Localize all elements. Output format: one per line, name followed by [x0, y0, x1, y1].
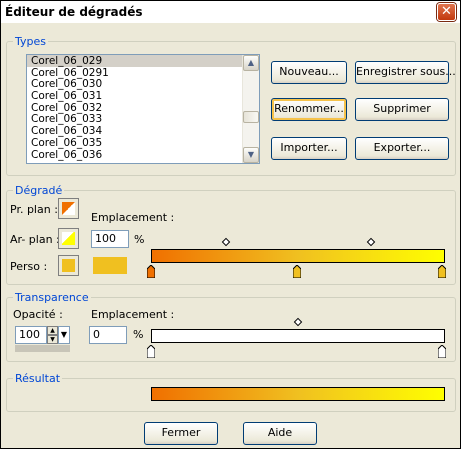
transparency-stop-start[interactable]	[147, 345, 155, 358]
opacity-spinner[interactable]: ▲ ▼	[47, 326, 58, 344]
transparency-location-label: Emplacement :	[91, 308, 175, 321]
gradient-location-input[interactable]: 100	[91, 230, 129, 248]
color-stop-middle[interactable]	[293, 265, 301, 278]
transparency-group: Transparence	[6, 291, 456, 362]
background-color-button[interactable]	[58, 228, 79, 249]
gradient-location-label: Emplacement :	[91, 211, 175, 224]
save-as-button[interactable]: Enregistrer sous...	[355, 61, 456, 84]
opacity-slider-track[interactable]	[15, 345, 70, 352]
list-item[interactable]: Corel_06_0291	[27, 67, 259, 79]
scroll-thumb[interactable]	[243, 111, 259, 123]
list-item[interactable]: Corel_06_036	[27, 149, 259, 161]
transparency-legend: Transparence	[15, 291, 89, 304]
title-bar: Éditeur de dégradés ✕	[1, 1, 460, 23]
delete-button[interactable]: Supprimer	[355, 98, 449, 121]
list-scrollbar[interactable]: ▲ ▼	[242, 55, 259, 163]
transparency-location-input[interactable]: 0	[89, 326, 127, 344]
list-item[interactable]: Corel_06_031	[27, 90, 259, 102]
help-button[interactable]: Aide	[243, 422, 317, 445]
gradient-type-list[interactable]: Corel_06_029 Corel_06_0291 Corel_06_030 Cor…	[26, 54, 260, 164]
import-button[interactable]: Importer...	[271, 137, 347, 160]
list-item[interactable]: Corel_06_034	[27, 125, 259, 137]
new-button[interactable]: Nouveau...	[271, 61, 347, 84]
result-legend: Résultat	[15, 372, 61, 385]
scroll-down-icon[interactable]: ▼	[243, 147, 259, 163]
gradient-bar[interactable]	[151, 249, 445, 263]
opacity-label: Opacité :	[13, 308, 63, 321]
opacity-dropdown-icon[interactable]: ▼	[58, 326, 70, 344]
transparency-stop-end[interactable]	[438, 345, 446, 358]
transparency-bar[interactable]	[151, 329, 445, 343]
custom-label: Perso :	[10, 260, 48, 273]
opacity-input[interactable]: 100	[15, 326, 47, 344]
gradient-legend: Dégradé	[15, 184, 63, 197]
background-label: Ar- plan :	[10, 233, 60, 246]
result-preview-bar	[151, 387, 445, 401]
window-title: Éditeur de dégradés	[5, 5, 143, 19]
types-legend: Types	[15, 35, 46, 48]
background-swatch	[62, 232, 75, 245]
list-item[interactable]: Corel_06_032	[27, 102, 259, 114]
close-button[interactable]: Fermer	[144, 422, 218, 445]
color-stop-end[interactable]	[438, 265, 446, 278]
list-item[interactable]: Corel_06_030	[27, 78, 259, 91]
list-item[interactable]: Corel_06_033	[27, 113, 259, 126]
foreground-swatch	[62, 202, 75, 215]
foreground-label: Pr. plan :	[10, 203, 58, 216]
gradient-editor-window: Éditeur de dégradés ✕ Types Corel_06_029…	[0, 0, 461, 449]
spin-up-icon[interactable]: ▲	[47, 326, 58, 335]
custom-color-preview	[91, 255, 129, 276]
foreground-color-button[interactable]	[58, 198, 79, 219]
list-item[interactable]: Corel_06_035	[27, 137, 259, 149]
custom-color-button[interactable]	[58, 255, 79, 276]
color-stop-start[interactable]	[147, 265, 155, 278]
scroll-up-icon[interactable]: ▲	[243, 55, 259, 71]
list-item[interactable]: Corel_06_029	[27, 55, 259, 67]
gradient-percent-label: %	[134, 233, 145, 246]
custom-swatch	[62, 259, 75, 272]
export-button[interactable]: Exporter...	[355, 137, 449, 160]
close-icon[interactable]: ✕	[437, 3, 456, 21]
spin-down-icon[interactable]: ▼	[47, 335, 58, 344]
transparency-percent-label: %	[133, 328, 144, 341]
rename-button[interactable]: Renommer...	[271, 98, 347, 121]
